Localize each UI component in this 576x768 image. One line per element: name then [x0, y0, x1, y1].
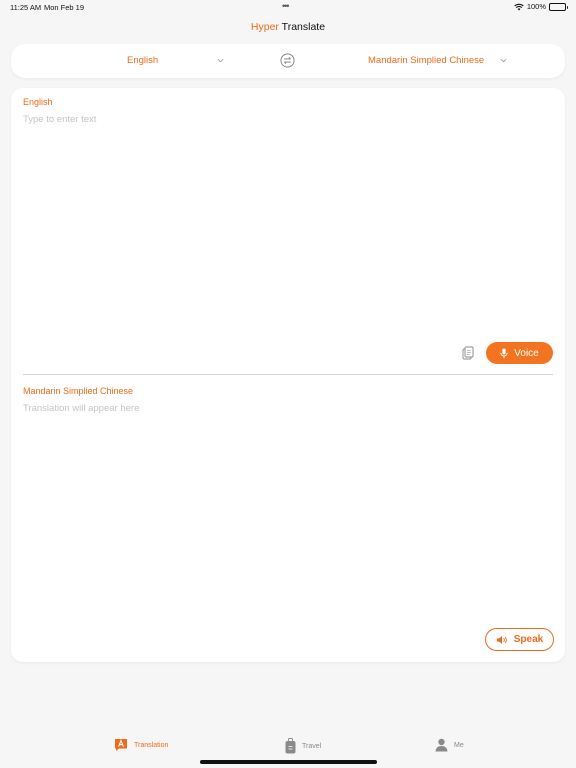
chevron-down-icon[interactable]: [217, 57, 224, 64]
wifi-icon: [514, 3, 524, 10]
speak-button[interactable]: Speak: [485, 628, 554, 651]
status-bar: 11:25 AM Mon Feb 19 ••• 100%: [0, 0, 576, 14]
status-right: 100%: [514, 2, 568, 11]
tab-me-label: Me: [454, 741, 464, 749]
source-text-input[interactable]: [23, 114, 551, 334]
status-time: 11:25 AM: [10, 3, 42, 12]
person-icon: [435, 738, 448, 752]
battery-percent: 100%: [526, 2, 546, 11]
app-screen: 11:25 AM Mon Feb 19 ••• 100% Hyper Trans…: [0, 0, 576, 768]
source-language-label: English: [23, 97, 53, 107]
source-language-dropdown[interactable]: English: [127, 55, 158, 66]
app-title: Hyper Translate: [0, 21, 576, 33]
home-indicator[interactable]: [200, 760, 377, 764]
tab-translation-label: Translation: [134, 741, 169, 749]
tab-me[interactable]: Me: [435, 738, 464, 752]
voice-button[interactable]: Voice: [486, 342, 553, 364]
speaker-icon: [496, 635, 507, 644]
luggage-icon: [285, 738, 296, 754]
battery-icon: [549, 2, 568, 11]
clipboard-paste-icon[interactable]: [462, 346, 474, 360]
status-date: Mon Feb 19: [44, 3, 85, 12]
target-language-label: Mandarin Simplied Chinese: [23, 386, 134, 396]
chevron-down-icon[interactable]: [500, 57, 507, 64]
swap-languages-icon[interactable]: [280, 53, 295, 68]
translation-card: English Voice Mandarin Simplied Chinese …: [11, 88, 565, 662]
language-selector: English Mandarin Simplied Chinese: [11, 44, 565, 78]
title-translate: Translate: [281, 21, 326, 33]
target-language-dropdown[interactable]: Mandarin Simplied Chinese: [368, 55, 484, 66]
tab-travel-label: Travel: [302, 742, 322, 750]
panel-divider: [23, 374, 553, 375]
tab-translation[interactable]: Translation: [114, 738, 168, 752]
translation-output: Translation will appear here: [23, 403, 140, 414]
translation-icon: [115, 739, 127, 751]
tab-travel[interactable]: Travel: [285, 738, 321, 754]
title-hyper: Hyper: [250, 21, 279, 33]
multitask-dots[interactable]: •••: [282, 1, 290, 11]
microphone-icon: [500, 348, 508, 358]
voice-button-label: Voice: [514, 347, 539, 359]
speak-button-label: Speak: [513, 634, 544, 645]
